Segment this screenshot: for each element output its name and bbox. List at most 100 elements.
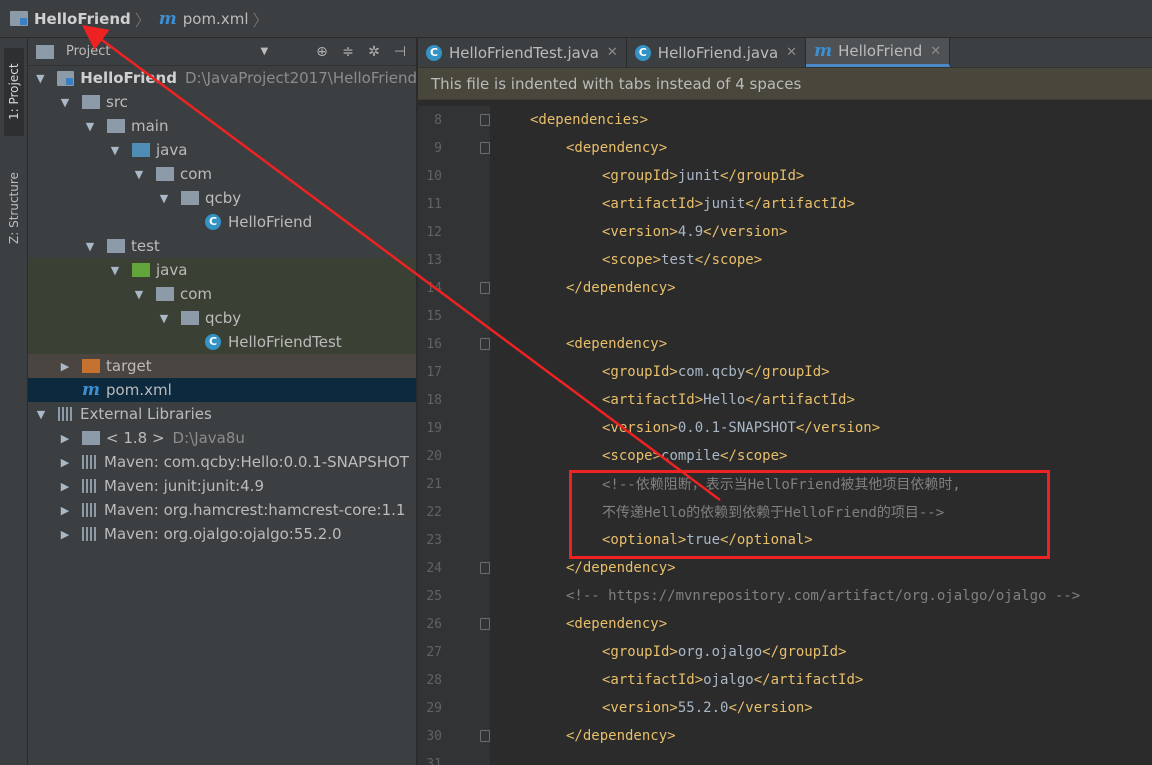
tree-item-hellofriendtest-class[interactable]: C HelloFriendTest	[28, 330, 416, 354]
hide-panel-icon[interactable]: ⊣	[392, 44, 408, 60]
collapsed-arrow-icon[interactable]: ▶	[58, 528, 72, 541]
tree-item-label: main	[131, 117, 169, 135]
editor-area: C HelloFriendTest.java ✕ C HelloFriend.j…	[418, 38, 1152, 765]
tree-item-main-qcby[interactable]: ▼ qcby	[28, 186, 416, 210]
package-icon	[156, 287, 174, 301]
collapsed-arrow-icon[interactable]: ▶	[58, 456, 72, 469]
code-line: 28 <artifactId>ojalgo</artifactId>	[418, 666, 1152, 694]
tree-item-src[interactable]: ▼ src	[28, 90, 416, 114]
tool-window-tab-structure[interactable]: Z: Structure	[4, 158, 24, 258]
expanded-arrow-icon[interactable]: ▼	[58, 96, 72, 109]
project-view-icon	[36, 44, 54, 59]
code-text: <!-- https://mvnrepository.com/artifact/…	[566, 588, 1081, 604]
tree-item-label: target	[106, 357, 152, 375]
tree-item-main[interactable]: ▼ main	[28, 114, 416, 138]
java-class-icon: C	[205, 334, 221, 350]
java-class-icon: C	[205, 214, 221, 230]
fold-marker-icon[interactable]	[480, 730, 490, 742]
tree-item-test[interactable]: ▼ test	[28, 234, 416, 258]
code-line: 10 <groupId>junit</groupId>	[418, 162, 1152, 190]
line-number: 27	[426, 644, 442, 660]
editor-tabs: C HelloFriendTest.java ✕ C HelloFriend.j…	[418, 38, 1152, 68]
line-number: 10	[426, 168, 442, 184]
expanded-arrow-icon[interactable]: ▼	[83, 120, 97, 133]
tab-hellofriend-pom[interactable]: m HelloFriend ✕	[806, 38, 951, 67]
expanded-arrow-icon[interactable]: ▼	[157, 192, 171, 205]
folder-icon	[107, 239, 125, 253]
collapsed-arrow-icon[interactable]: ▶	[58, 360, 72, 373]
fold-marker-icon[interactable]	[480, 142, 490, 154]
code-text: <artifactId>junit</artifactId>	[602, 196, 855, 212]
tree-item-label: Maven: junit:junit:4.9	[104, 477, 264, 495]
close-icon[interactable]: ✕	[607, 45, 618, 60]
tool-window-tab-project[interactable]: 1: Project	[4, 48, 24, 136]
package-icon	[181, 191, 199, 205]
code-line: 8 <dependencies>	[418, 106, 1152, 134]
tree-item-library[interactable]: ▶ Maven: com.qcby:Hello:0.0.1-SNAPSHOT	[28, 450, 416, 474]
code-line: 13 <scope>test</scope>	[418, 246, 1152, 274]
code-line: 19 <version>0.0.1-SNAPSHOT</version>	[418, 414, 1152, 442]
tree-item-target[interactable]: ▶ target	[28, 354, 416, 378]
tree-item-test-qcby[interactable]: ▼ qcby	[28, 306, 416, 330]
expanded-arrow-icon[interactable]: ▼	[34, 72, 47, 85]
line-number: 21	[426, 476, 442, 492]
fold-marker-icon[interactable]	[480, 562, 490, 574]
expanded-arrow-icon[interactable]: ▼	[34, 408, 48, 421]
breadcrumb-project[interactable]: HelloFriend	[10, 10, 131, 28]
close-icon[interactable]: ✕	[930, 44, 941, 59]
breadcrumb-project-label: HelloFriend	[34, 9, 131, 28]
collapsed-arrow-icon[interactable]: ▶	[58, 504, 72, 517]
library-icon	[82, 479, 98, 493]
tree-item-pom-xml[interactable]: m pom.xml	[28, 378, 416, 402]
tree-item-label: com	[180, 285, 213, 303]
fold-marker-icon[interactable]	[480, 282, 490, 294]
code-text: <version>4.9</version>	[602, 224, 788, 240]
close-icon[interactable]: ✕	[786, 45, 797, 60]
line-number: 18	[426, 392, 442, 408]
expanded-arrow-icon[interactable]: ▼	[108, 144, 122, 157]
tree-item-jdk[interactable]: ▶ < 1.8 > D:\Java8u	[28, 426, 416, 450]
tab-hellofriendtest-java[interactable]: C HelloFriendTest.java ✕	[418, 38, 627, 67]
tree-item-test-java[interactable]: ▼ java	[28, 258, 416, 282]
tree-item-external-libraries[interactable]: ▼ External Libraries	[28, 402, 416, 426]
code-line: 17 <groupId>com.qcby</groupId>	[418, 358, 1152, 386]
code-editor[interactable]: 8 <dependencies> 9 <dependency> 10 <groupId>j…	[418, 106, 1152, 765]
expanded-arrow-icon[interactable]: ▼	[83, 240, 97, 253]
tree-item-main-java[interactable]: ▼ java	[28, 138, 416, 162]
tree-item-library[interactable]: ▶ Maven: junit:junit:4.9	[28, 474, 416, 498]
line-number: 29	[426, 700, 442, 716]
chevron-down-icon[interactable]: ▼	[260, 46, 268, 57]
tree-item-library[interactable]: ▶ Maven: org.hamcrest:hamcrest-core:1.1	[28, 498, 416, 522]
collapsed-arrow-icon[interactable]: ▶	[58, 480, 72, 493]
expanded-arrow-icon[interactable]: ▼	[157, 312, 171, 325]
breadcrumb-separator: 〉	[252, 10, 269, 30]
tree-item-project-root[interactable]: ▼ HelloFriend D:\JavaProject2017\HelloFr…	[28, 66, 417, 90]
fold-marker-icon[interactable]	[480, 114, 490, 126]
locate-file-icon[interactable]: ⊕	[314, 44, 330, 60]
line-number: 14	[426, 280, 442, 296]
collapse-all-icon[interactable]: ≑	[340, 44, 356, 60]
expanded-arrow-icon[interactable]: ▼	[108, 264, 122, 277]
tree-item-library[interactable]: ▶ Maven: org.ojalgo:ojalgo:55.2.0	[28, 522, 416, 546]
test-folder-icon	[132, 263, 150, 277]
tree-item-label: test	[131, 237, 160, 255]
code-line: 15	[418, 302, 1152, 330]
tree-item-label: qcby	[205, 189, 242, 207]
tree-item-hellofriend-class[interactable]: C HelloFriend	[28, 210, 416, 234]
project-view-selector[interactable]: Project	[66, 44, 110, 59]
line-number: 23	[426, 532, 442, 548]
fold-marker-icon[interactable]	[480, 338, 490, 350]
fold-marker-icon[interactable]	[480, 618, 490, 630]
collapsed-arrow-icon[interactable]: ▶	[58, 432, 72, 445]
line-number: 22	[426, 504, 442, 520]
code-line: 29 <version>55.2.0</version>	[418, 694, 1152, 722]
breadcrumb-file[interactable]: m pom.xml	[159, 9, 249, 29]
tree-item-main-com[interactable]: ▼ com	[28, 162, 416, 186]
tree-item-path: D:\JavaProject2017\HelloFriend	[184, 69, 417, 87]
tree-item-test-com[interactable]: ▼ com	[28, 282, 416, 306]
tab-hellofriend-java[interactable]: C HelloFriend.java ✕	[627, 38, 807, 67]
gear-icon[interactable]: ✲	[366, 44, 382, 60]
expanded-arrow-icon[interactable]: ▼	[132, 168, 146, 181]
line-number: 8	[434, 112, 442, 128]
expanded-arrow-icon[interactable]: ▼	[132, 288, 146, 301]
